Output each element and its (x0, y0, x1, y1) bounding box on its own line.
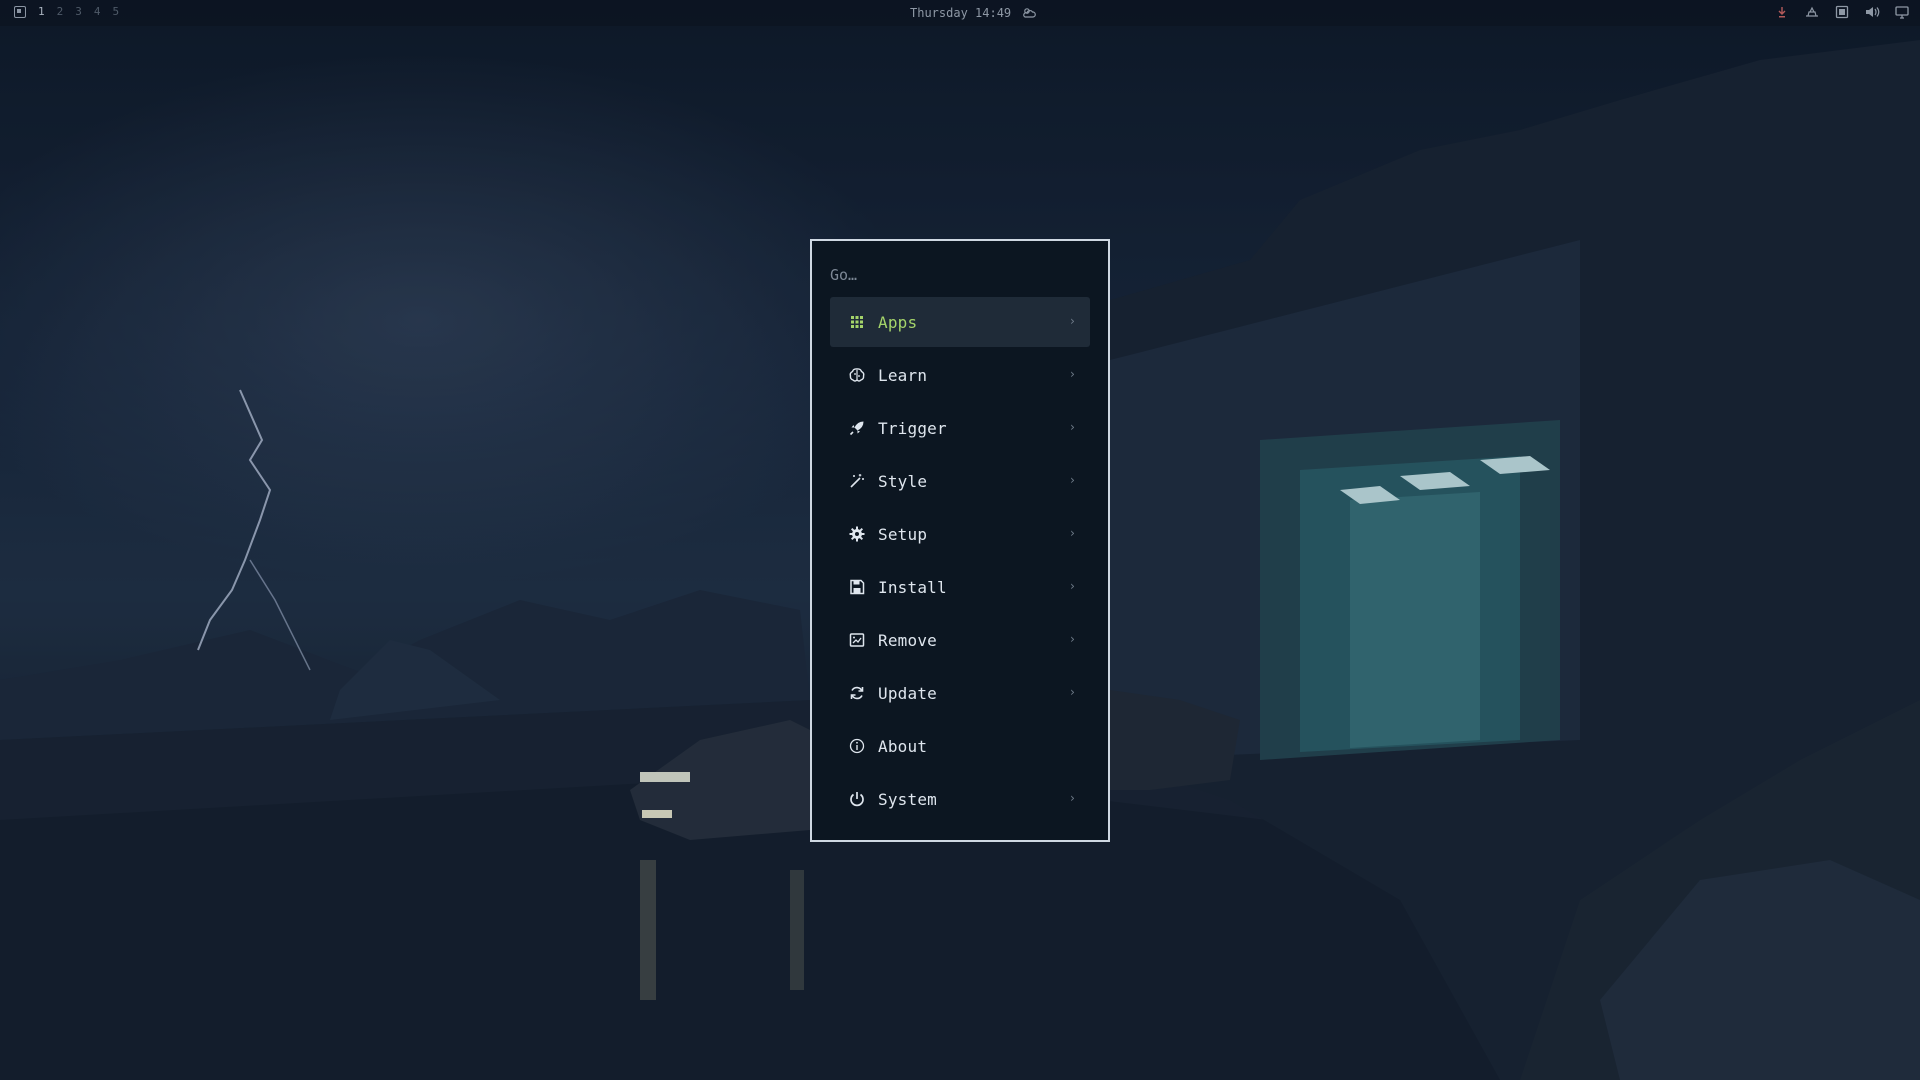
magic-wand-icon (848, 472, 866, 490)
menu-item-label: Apps (878, 312, 918, 332)
menu-item-label: Learn (878, 365, 928, 385)
menu-item-system[interactable]: System › (830, 774, 1090, 824)
floppy-disk-icon (848, 578, 866, 596)
download-icon[interactable] (1774, 4, 1790, 20)
workspace-switcher: 1 2 3 4 5 (14, 5, 119, 18)
workspace-4[interactable]: 4 (94, 5, 101, 18)
chevron-right-icon: › (1068, 685, 1076, 699)
workspace-1[interactable]: 1 (38, 5, 45, 18)
launcher-menu: Apps › Learn › (810, 239, 1110, 842)
workspace-5[interactable]: 5 (113, 5, 120, 18)
chevron-right-icon: › (1068, 420, 1076, 434)
menu-item-about[interactable]: About (830, 721, 1090, 771)
network-icon[interactable] (1804, 4, 1820, 20)
desktop: 1 2 3 4 5 Thursday 14:49 Go… Apps › Lear… (0, 0, 1920, 1080)
chevron-right-icon: › (1068, 791, 1076, 805)
brain-icon (848, 366, 866, 384)
screen-icon[interactable] (1834, 4, 1850, 20)
menu-item-label: Install (878, 577, 947, 597)
chevron-right-icon: › (1068, 314, 1076, 328)
chevron-right-icon: › (1068, 473, 1076, 487)
top-bar: 1 2 3 4 5 Thursday 14:49 (0, 0, 1920, 26)
rocket-icon (848, 419, 866, 437)
menu-item-label: Style (878, 471, 928, 491)
menu-item-label: Update (878, 683, 937, 703)
volume-icon[interactable] (1864, 4, 1880, 20)
menu-item-apps[interactable]: Apps › (830, 297, 1090, 347)
menu-list: Apps › Learn › Trigger › Style › Setup ›… (830, 297, 1090, 824)
power-icon (848, 790, 866, 808)
menu-item-style[interactable]: Style › (830, 456, 1090, 506)
chevron-right-icon: › (1068, 526, 1076, 540)
workspace-3[interactable]: 3 (75, 5, 82, 18)
chevron-right-icon: › (1068, 632, 1076, 646)
chevron-right-icon: › (1068, 579, 1076, 593)
box-remove-icon (848, 631, 866, 649)
menu-item-trigger[interactable]: Trigger › (830, 403, 1090, 453)
search-input[interactable] (830, 263, 1090, 287)
menu-item-setup[interactable]: Setup › (830, 509, 1090, 559)
launcher-icon[interactable] (14, 5, 26, 18)
menu-item-update[interactable]: Update › (830, 668, 1090, 718)
system-tray (1774, 4, 1910, 20)
refresh-icon (848, 684, 866, 702)
menu-item-label: Remove (878, 630, 937, 650)
workspace-2[interactable]: 2 (57, 5, 64, 18)
menu-item-learn[interactable]: Learn › (830, 350, 1090, 400)
menu-item-label: Trigger (878, 418, 947, 438)
clock-widget[interactable]: Thursday 14:49 (910, 5, 1037, 21)
info-icon (848, 737, 866, 755)
chevron-right-icon: › (1068, 367, 1076, 381)
cloud-sun-icon (1023, 8, 1036, 18)
grid-icon (848, 313, 866, 331)
menu-item-label: About (878, 736, 928, 756)
display-icon[interactable] (1894, 4, 1910, 20)
menu-item-install[interactable]: Install › (830, 562, 1090, 612)
clock-text: Thursday 14:49 (910, 6, 1012, 20)
menu-item-label: Setup (878, 524, 928, 544)
gear-icon (848, 525, 866, 543)
menu-item-label: System (878, 789, 937, 809)
menu-item-remove[interactable]: Remove › (830, 615, 1090, 665)
